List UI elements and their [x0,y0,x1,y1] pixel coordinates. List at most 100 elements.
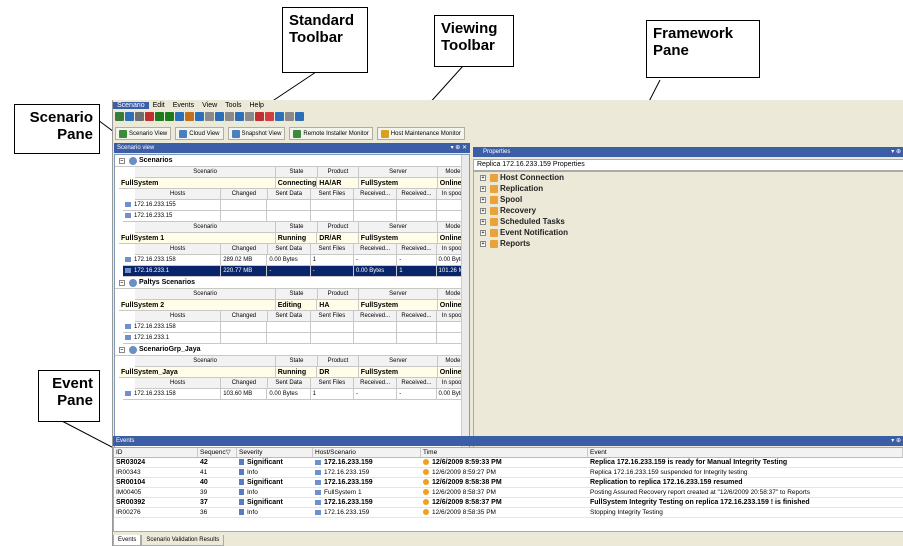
host-column-header-cell: Sent Data [267,311,311,321]
collapse-icon[interactable]: − [119,157,125,164]
expand-icon[interactable]: + [480,185,486,192]
toolbar-icon[interactable] [295,112,304,121]
event-message: FullSystem Integrity Testing on replica … [590,499,810,506]
property-group-scheduled-tasks[interactable]: + Scheduled Tasks [474,216,903,227]
expand-icon[interactable]: + [480,196,486,203]
scenario-group[interactable]: − ScenarioGrp_Jaya [115,344,469,356]
scenario-vertical-scrollbar[interactable] [461,155,469,479]
toolbar-icon[interactable] [225,112,234,121]
host-stat-cell [354,200,398,210]
event-host: 172.16.233.159 [313,498,421,507]
scenario-group[interactable]: − Paltys Scenarios [115,277,469,289]
event-row[interactable]: IR00343 41 Info 172.16.233.159 12/6/2009 8:5… [114,468,903,478]
column-header: State [276,356,318,366]
event-column-header[interactable]: Event [588,448,903,457]
server-icon [315,469,321,475]
toolbar-icon[interactable] [215,112,224,121]
framework-pane-controls[interactable]: ▾ ⊕ [891,147,903,157]
property-group-event-notification[interactable]: + Event Notification [474,227,903,238]
toolbar-icon[interactable] [255,112,264,121]
toolbar-icon[interactable] [185,112,194,121]
scenario-row[interactable]: FullSystem 2 Editing HA FullSystem Online [119,300,469,311]
expand-icon[interactable]: + [480,207,486,214]
expand-icon[interactable]: + [480,229,486,236]
scenario-row[interactable]: FullSystem 1 Running DR/AR FullSystem Online [119,233,469,244]
host-column-header-cell: Sent Data [267,189,311,199]
toolbar-icon[interactable] [175,112,184,121]
event-column-header[interactable]: ID [114,448,198,457]
host-row[interactable]: 172.16.233.158 103.60 MB 0.00 Bytes 1- -0.00… [123,389,469,400]
toolbar-icon[interactable] [245,112,254,121]
expand-icon[interactable]: + [480,240,486,247]
toolbar-icon[interactable] [115,112,124,121]
host-column-header-cell: Sent Data [267,378,311,388]
menu-item-edit[interactable]: Edit [149,102,169,109]
toolbar-icon[interactable] [165,112,174,121]
menu-item-view[interactable]: View [198,102,221,109]
scenario-row[interactable]: FullSystemConnecting...HA/ARFullSystemOn… [119,178,469,189]
view-button-scenario-view[interactable]: Scenario View [115,127,172,140]
host-row[interactable]: 172.16.233.155 [123,200,469,211]
server-icon [125,390,131,396]
event-column-header[interactable]: Time [421,448,588,457]
toolbar-icon[interactable] [235,112,244,121]
toolbar-icon[interactable] [285,112,294,121]
callout-framework-pane: Framework Pane [646,20,760,78]
host-column-header: Hosts Changed Sent Data Sent Files Received.… [135,244,469,255]
menu-item-scenario[interactable]: Scenario [113,102,149,109]
host-row[interactable]: 172.16.233.158 289.02 MB 0.00 Bytes 1- -0.00… [123,255,469,266]
toolbar-icon[interactable] [195,112,204,121]
property-group-replication[interactable]: + Replication [474,183,903,194]
scenario-group[interactable]: − Scenarios [115,155,469,167]
event-row[interactable]: IM00405 39 Info FullSystem 1 12/6/2009 8:58:… [114,488,903,498]
event-column-header[interactable]: Severity [237,448,313,457]
host-row[interactable]: 172.16.233.158 [123,322,469,333]
scenario-row[interactable]: FullSystem_Jaya Running DR FullSystem Online [119,367,469,378]
event-row[interactable]: IR00276 36 Info 172.16.233.159 12/6/2009 8:5… [114,508,903,518]
toolbar-icon[interactable] [155,112,164,121]
toolbar-icon[interactable] [135,112,144,121]
host-stat-cell: 0.00 Bytes [267,255,311,265]
menu-item-help[interactable]: Help [246,102,268,109]
severity-icon [239,479,244,486]
view-button-snapshot-view[interactable]: Snapshot View [227,127,286,140]
event-pane-controls[interactable]: ▾ ⊕ [891,436,903,446]
toolbar-icon[interactable] [145,112,154,121]
event-row[interactable]: SR00104 40 Significant 172.16.233.159 12/6/2… [114,478,903,488]
scenario-pane-controls[interactable]: ▾ ⊕ ✕ [451,143,470,153]
expand-icon[interactable]: + [480,218,486,225]
event-column-header[interactable]: Sequenc▽ [198,448,237,457]
host-column-header-cell: Received... [397,189,437,199]
property-group-reports[interactable]: + Reports [474,238,903,249]
tab-events[interactable]: Events [113,534,142,546]
event-column-header[interactable]: Host/Scenario [313,448,421,457]
event-row[interactable]: SR00392 37 Significant 172.16.233.159 12/6/2… [114,498,903,508]
menu-item-events[interactable]: Events [169,102,198,109]
toolbar-icon[interactable] [125,112,134,121]
host-label: 172.16.233.159 [324,469,370,476]
view-button-host-maintenance-monitor[interactable]: Host Maintenance Monitor [376,127,465,140]
collapse-icon[interactable]: − [119,279,125,286]
expand-icon[interactable]: + [480,174,486,181]
collapse-icon[interactable]: − [119,346,125,353]
view-button-remote-installer-monitor[interactable]: Remote Installer Monitor [289,127,373,140]
menu-item-tools[interactable]: Tools [221,102,245,109]
view-button-label: Scenario View [129,130,168,137]
property-group-label: Reports [500,239,531,248]
property-group-spool[interactable]: + Spool [474,194,903,205]
toolbar-icon[interactable] [205,112,214,121]
host-stat-cell [311,333,354,343]
toolbar-icon[interactable] [265,112,274,121]
host-row[interactable]: 172.16.233.1 220.77 MB - -0.00 Bytes 1 101.26… [123,266,469,277]
host-row[interactable]: 172.16.233.1 [123,333,469,344]
host-column-header-cell: Changed [221,189,268,199]
host-column-header-cell: Changed [221,244,268,254]
tab-scenario-validation-results[interactable]: Scenario Validation Results [141,534,225,546]
property-group-host-connection[interactable]: + Host Connection [474,172,903,183]
host-row[interactable]: 172.16.233.15 [123,211,469,222]
toolbar-icon[interactable] [275,112,284,121]
event-row[interactable]: SR03024 42 Significant 172.16.233.159 12/6/2… [114,458,903,468]
scenario-cell: FullSystem 1 [119,233,276,243]
view-button-cloud-view[interactable]: Cloud View [175,127,224,140]
property-group-recovery[interactable]: + Recovery [474,205,903,216]
